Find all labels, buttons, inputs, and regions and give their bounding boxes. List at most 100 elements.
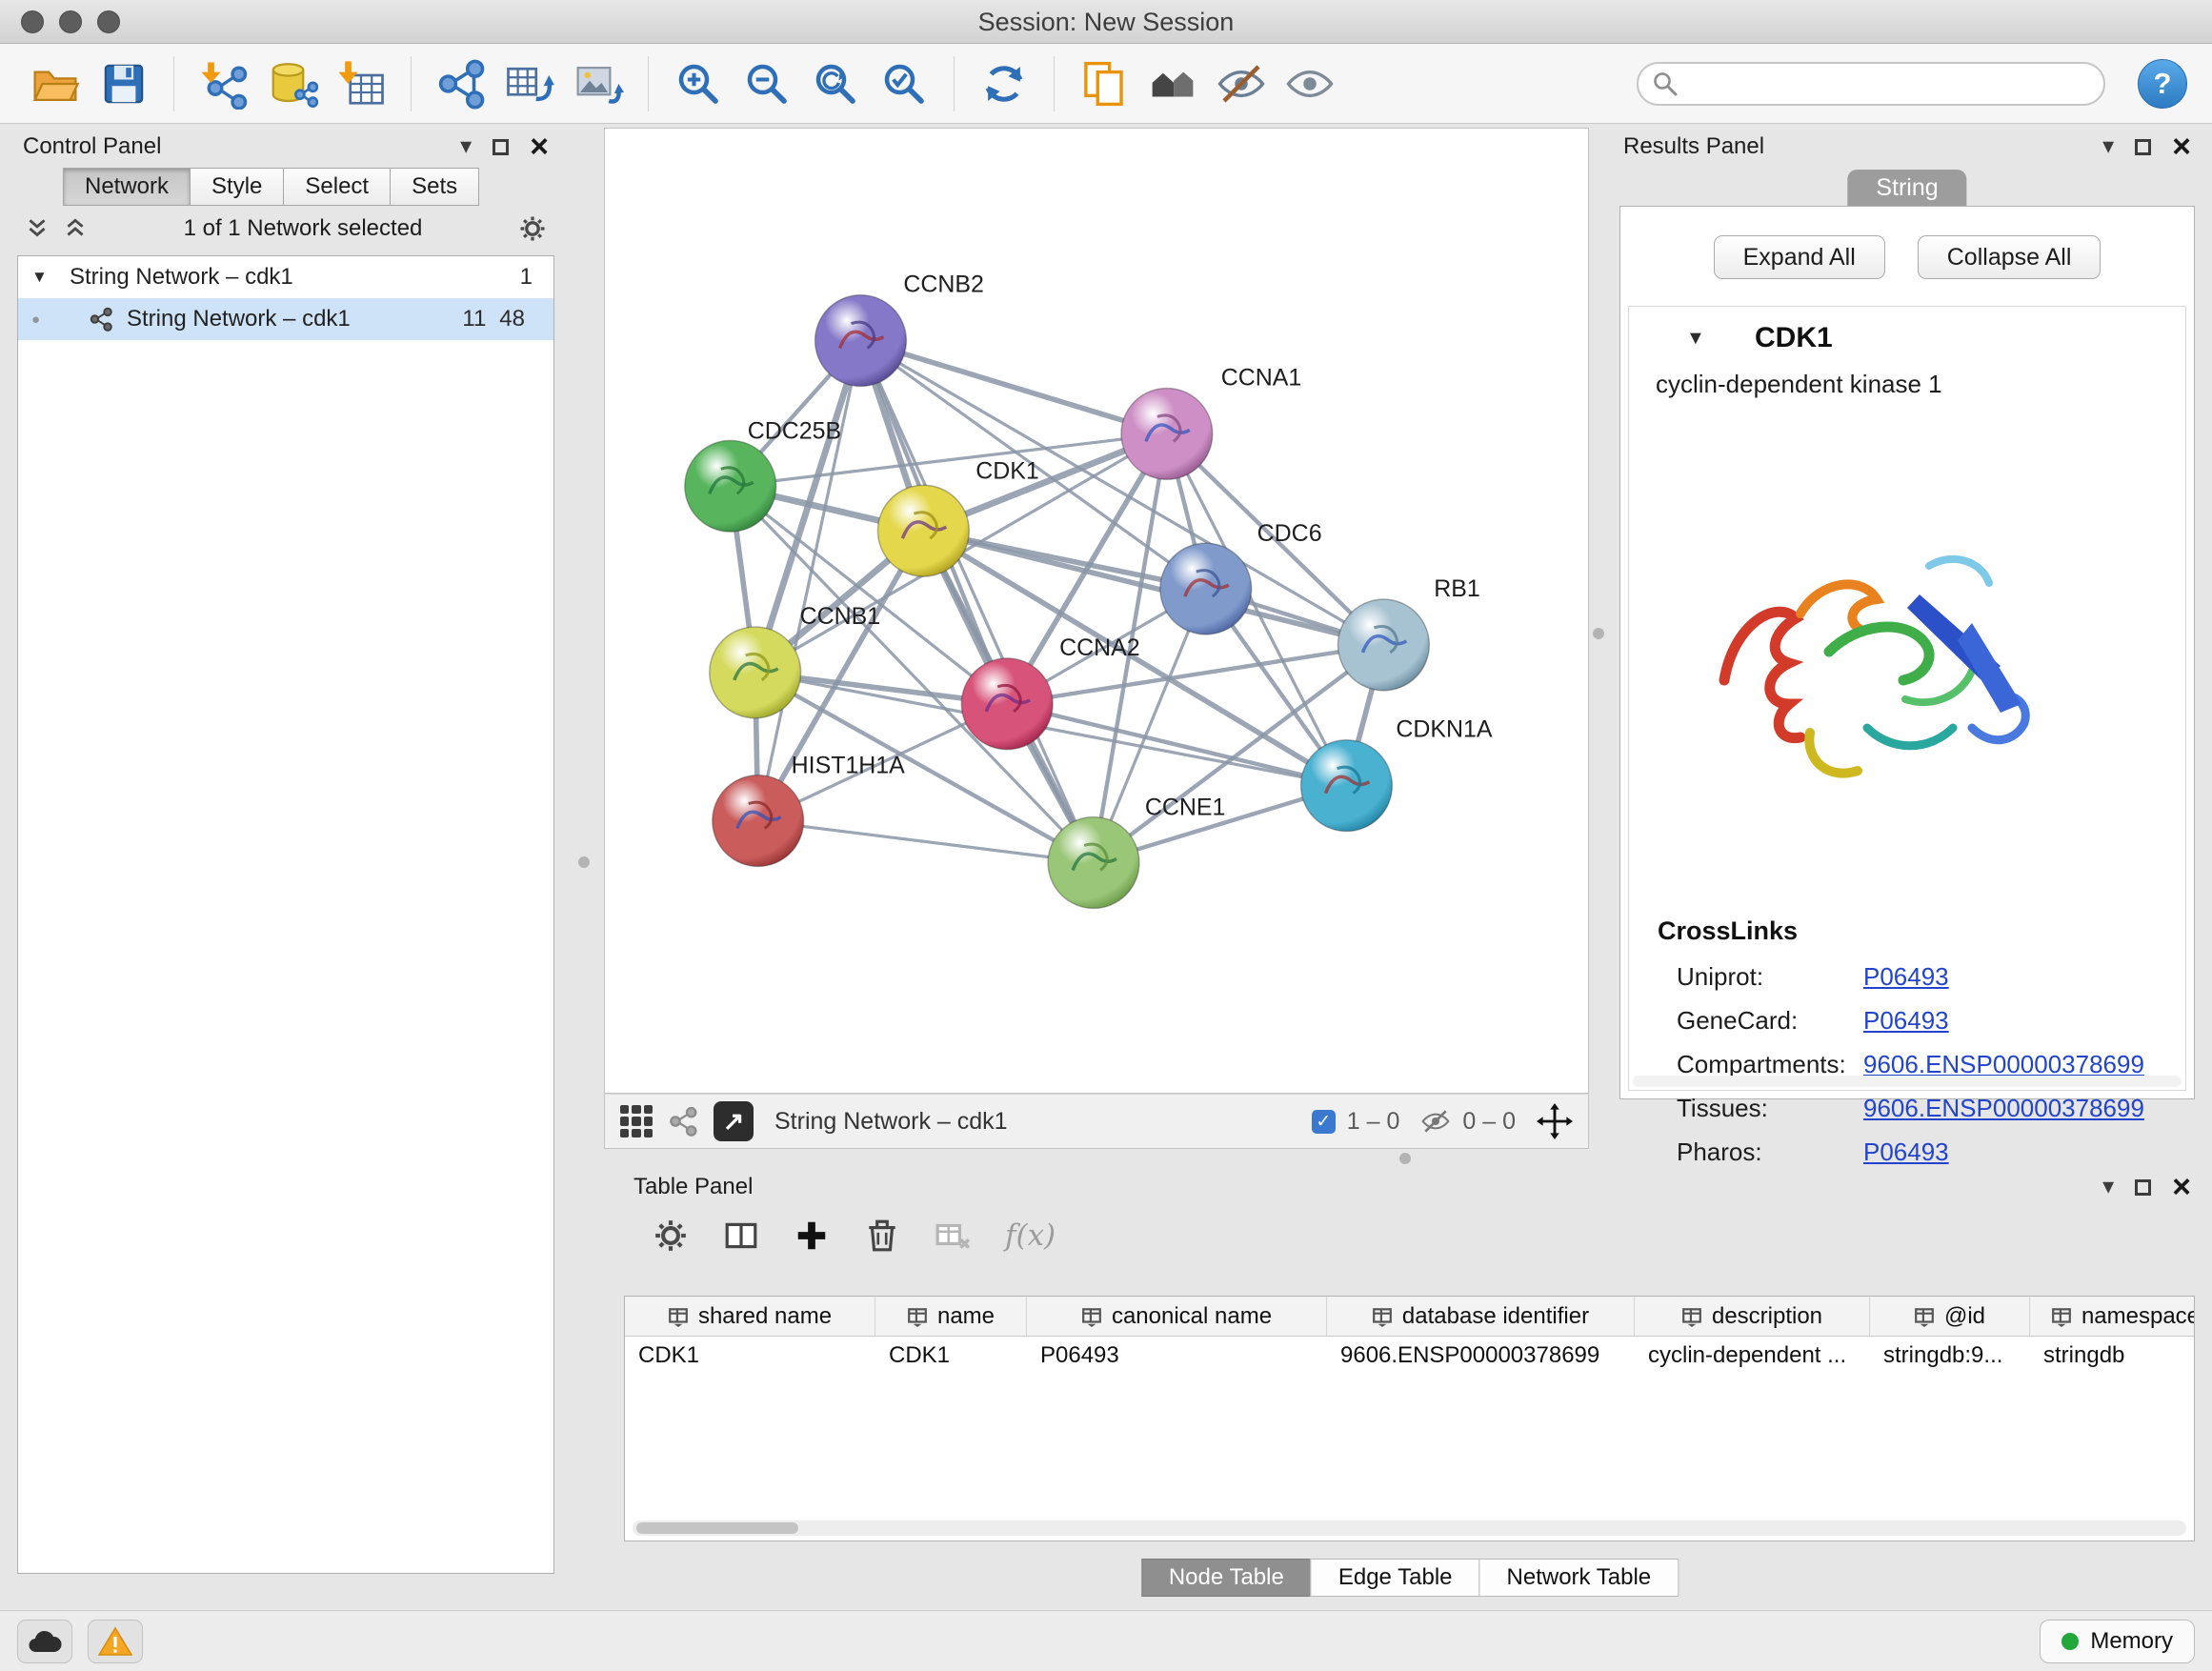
network-node-ccna2[interactable] bbox=[961, 658, 1053, 750]
network-node-ccnb1[interactable] bbox=[710, 627, 801, 718]
network-node-rb1[interactable] bbox=[1337, 599, 1429, 691]
import-table-button[interactable] bbox=[331, 53, 392, 114]
network-from-table-button[interactable] bbox=[499, 53, 560, 114]
node-table: shared name name canonical name database… bbox=[624, 1296, 2195, 1541]
tab-network[interactable]: Network bbox=[63, 168, 191, 206]
tab-edge-table[interactable]: Edge Table bbox=[1311, 1559, 1480, 1597]
column-header[interactable]: database identifier bbox=[1327, 1297, 1635, 1336]
add-column-icon[interactable] bbox=[794, 1218, 830, 1254]
tab-style[interactable]: Style bbox=[190, 168, 284, 206]
new-network-button[interactable] bbox=[431, 53, 492, 114]
crosslinks-title: CrossLinks bbox=[1658, 916, 1798, 946]
crosslink-link[interactable]: P06493 bbox=[1863, 1006, 1949, 1036]
column-header[interactable]: shared name bbox=[625, 1297, 875, 1336]
network-tree: ▼ String Network – cdk1 1 ● String Netwo… bbox=[17, 255, 554, 1574]
network-node-ccne1[interactable] bbox=[1048, 817, 1139, 909]
import-network-from-file-button[interactable] bbox=[193, 53, 254, 114]
right-splitter-handle[interactable] bbox=[1593, 628, 1604, 639]
string-results-tab[interactable]: String bbox=[1847, 170, 1966, 206]
network-node-cdkn1a[interactable] bbox=[1301, 740, 1393, 832]
zoom-in-button[interactable] bbox=[668, 53, 729, 114]
crosslink-label: GeneCard: bbox=[1677, 1006, 1863, 1036]
network-view-icon[interactable] bbox=[668, 1106, 698, 1137]
collapse-all-icon[interactable] bbox=[25, 216, 50, 241]
open-session-button[interactable] bbox=[25, 53, 86, 114]
pan-crosshair-icon[interactable] bbox=[1537, 1103, 1573, 1139]
network-node-cdk1[interactable] bbox=[877, 485, 969, 576]
column-header[interactable]: name bbox=[875, 1297, 1027, 1336]
gear-icon[interactable] bbox=[518, 214, 547, 243]
network-node-ccna1[interactable] bbox=[1121, 388, 1213, 479]
panel-float-icon[interactable] bbox=[493, 139, 509, 155]
cell-database-identifier: 9606.ENSP00000378699 bbox=[1327, 1337, 1635, 1375]
detach-view-button[interactable]: ↗ bbox=[714, 1101, 754, 1141]
refresh-button[interactable] bbox=[974, 53, 1035, 114]
houses-icon bbox=[1147, 58, 1198, 110]
collapse-all-button[interactable]: Collapse All bbox=[1918, 235, 2101, 279]
network-graph[interactable]: CCNB2CCNA1CDC25BCDK1CDC6RB1CCNB1CCNA2CDK… bbox=[605, 129, 1588, 1093]
birdseye-view-button[interactable] bbox=[1142, 53, 1203, 114]
memory-button[interactable]: Memory bbox=[2040, 1620, 2195, 1663]
network-node-ccnb2[interactable] bbox=[815, 295, 907, 387]
help-button[interactable]: ? bbox=[2138, 59, 2187, 109]
panel-close-icon[interactable]: × bbox=[2172, 1171, 2191, 1203]
left-splitter-handle[interactable] bbox=[578, 856, 590, 868]
column-header[interactable]: description bbox=[1635, 1297, 1870, 1336]
show-columns-icon[interactable] bbox=[723, 1218, 759, 1254]
column-header[interactable]: namespace bbox=[2030, 1297, 2195, 1336]
warnings-button[interactable] bbox=[88, 1620, 143, 1663]
crosslink-link[interactable]: P06493 bbox=[1863, 962, 1949, 992]
save-session-button[interactable] bbox=[93, 53, 154, 114]
panel-float-icon[interactable] bbox=[2135, 1179, 2151, 1196]
toolbar-separator bbox=[954, 56, 955, 111]
bottom-splitter-handle[interactable] bbox=[1399, 1153, 1411, 1164]
tab-select[interactable]: Select bbox=[283, 168, 391, 206]
network-canvas[interactable]: CCNB2CCNA1CDC25BCDK1CDC6RB1CCNB1CCNA2CDK… bbox=[604, 128, 1589, 1094]
table-row[interactable]: CDK1 CDK1 P06493 9606.ENSP00000378699 cy… bbox=[625, 1337, 2194, 1375]
selected-checkbox-icon[interactable]: ✓ bbox=[1312, 1110, 1336, 1134]
network-node-cdc6[interactable] bbox=[1160, 543, 1252, 634]
zoom-fit-button[interactable] bbox=[805, 53, 866, 114]
search-input[interactable] bbox=[1637, 62, 2105, 106]
grid-view-icon[interactable] bbox=[620, 1105, 653, 1137]
tab-node-table[interactable]: Node Table bbox=[1141, 1559, 1312, 1597]
column-header[interactable]: canonical name bbox=[1027, 1297, 1327, 1336]
network-node-cdc25b[interactable] bbox=[685, 440, 776, 532]
results-horizontal-scrollbar[interactable] bbox=[1633, 1076, 2182, 1087]
panel-collapse-icon[interactable]: ▾ bbox=[2102, 1176, 2114, 1198]
export-image-button[interactable] bbox=[568, 53, 629, 114]
network-collection-row[interactable]: ▼ String Network – cdk1 1 bbox=[18, 256, 553, 298]
table-tabs: Node Table Edge Table Network Table bbox=[1141, 1559, 1678, 1597]
gene-description: cyclin-dependent kinase 1 bbox=[1629, 354, 2185, 399]
table-horizontal-scrollbar[interactable] bbox=[633, 1520, 2186, 1536]
panel-close-icon[interactable]: × bbox=[530, 131, 549, 163]
delete-column-icon[interactable] bbox=[864, 1218, 900, 1254]
zoom-selected-button[interactable] bbox=[874, 53, 935, 114]
expand-all-icon[interactable] bbox=[63, 216, 88, 241]
disclosure-open-icon[interactable]: ▼ bbox=[31, 268, 56, 287]
panel-collapse-icon[interactable]: ▾ bbox=[2102, 135, 2114, 158]
show-graphics-details-button[interactable] bbox=[1279, 53, 1340, 114]
zoom-selected-icon bbox=[878, 58, 930, 110]
tab-sets[interactable]: Sets bbox=[390, 168, 479, 206]
gear-icon[interactable] bbox=[653, 1218, 689, 1254]
panel-collapse-icon[interactable]: ▾ bbox=[460, 135, 472, 158]
crosslink-link[interactable]: 9606.ENSP00000378699 bbox=[1863, 1094, 2144, 1123]
hide-graphics-details-button[interactable] bbox=[1211, 53, 1272, 114]
cloud-status-button[interactable] bbox=[17, 1620, 72, 1663]
tab-network-table[interactable]: Network Table bbox=[1479, 1559, 1679, 1597]
crosslink-link[interactable]: P06493 bbox=[1863, 1137, 1949, 1167]
network-node-hist1h1a[interactable] bbox=[713, 775, 804, 867]
column-icon bbox=[1914, 1306, 1935, 1327]
panel-close-icon[interactable]: × bbox=[2172, 131, 2191, 163]
open-panels-button[interactable] bbox=[1074, 53, 1135, 114]
scrollbar-thumb[interactable] bbox=[636, 1522, 798, 1534]
column-header[interactable]: @id bbox=[1870, 1297, 2030, 1336]
node-label: CCNA1 bbox=[1221, 364, 1302, 391]
network-row[interactable]: ● String Network – cdk1 11 48 bbox=[18, 298, 553, 340]
panel-float-icon[interactable] bbox=[2135, 139, 2151, 155]
import-network-from-database-button[interactable] bbox=[262, 53, 323, 114]
gene-disclosure-icon[interactable]: ▼ bbox=[1686, 328, 1711, 350]
zoom-out-button[interactable] bbox=[736, 53, 797, 114]
expand-all-button[interactable]: Expand All bbox=[1714, 235, 1885, 279]
